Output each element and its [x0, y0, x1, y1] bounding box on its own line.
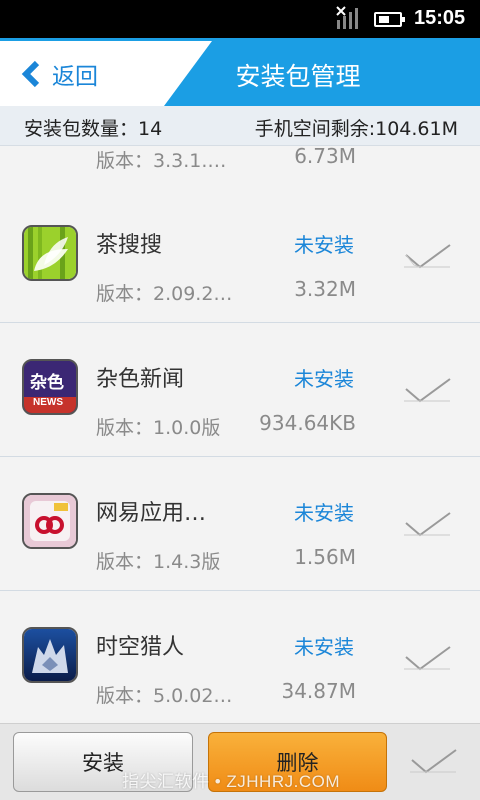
- battery-icon: [374, 12, 405, 27]
- item-name: 网易应用…: [96, 501, 207, 526]
- item-status: 未安装: [294, 501, 354, 525]
- item-version: 版本：1.0.0版: [96, 417, 221, 439]
- page-title: 安装包管理: [235, 62, 361, 91]
- checkbox[interactable]: [404, 645, 452, 671]
- item-version: 版本：1.4.3版: [96, 551, 221, 573]
- status-bar: 15:05: [0, 0, 480, 38]
- list-item[interactable]: 版本：3.3.1.… 6.73M: [0, 146, 480, 190]
- item-size: 3.32M: [294, 277, 356, 301]
- netease-app-icon: [22, 493, 78, 549]
- clock: 15:05: [414, 7, 466, 29]
- item-size: 1.56M: [294, 545, 356, 569]
- back-button[interactable]: 返回: [20, 57, 98, 91]
- item-name: 杂色新闻: [96, 367, 185, 392]
- package-list[interactable]: 版本：3.3.1.… 6.73M 茶搜搜 未安装 版本：2.09.2… 3.32…: [0, 146, 480, 723]
- item-name: 时空猎人: [96, 635, 185, 660]
- item-version: 版本：5.0.02…: [96, 685, 233, 707]
- back-label: 返回: [52, 64, 98, 90]
- checkbox[interactable]: [404, 377, 452, 403]
- chevron-left-icon: [21, 60, 40, 88]
- package-count: 安装包数量：14: [24, 118, 163, 140]
- signal-icon: [336, 6, 358, 29]
- select-all-checkbox[interactable]: [410, 748, 458, 774]
- checkbox[interactable]: [404, 511, 452, 537]
- news-icon-label: NEWS: [33, 397, 63, 408]
- item-status: 未安装: [294, 233, 354, 257]
- list-item[interactable]: 时空猎人 未安装 版本：5.0.02… 34.87M: [0, 591, 480, 723]
- item-size: 6.73M: [294, 146, 356, 168]
- item-name: 茶搜搜: [96, 233, 163, 258]
- news-icon-title: 杂色: [30, 373, 64, 393]
- list-item[interactable]: 杂色 NEWS 杂色新闻 未安装 版本：1.0.0版 934.64KB: [0, 323, 480, 457]
- item-size: 934.64KB: [259, 411, 356, 435]
- bottom-action-bar: 安装 删除 指尖汇软件 • ZJHHRJ.COM: [0, 723, 480, 800]
- wolf-game-icon: [22, 627, 78, 683]
- title-bar: 返回 安装包管理: [0, 38, 480, 106]
- list-item[interactable]: 茶搜搜 未安装 版本：2.09.2… 3.32M: [0, 189, 480, 323]
- free-space: 手机空间剩余:104.61M: [254, 118, 458, 140]
- news-icon: 杂色 NEWS: [22, 359, 78, 415]
- item-status: 未安装: [294, 635, 354, 659]
- summary-bar: 安装包数量：14 手机空间剩余:104.61M: [0, 106, 480, 146]
- checkbox[interactable]: [404, 243, 452, 269]
- item-size: 34.87M: [281, 679, 356, 703]
- item-version: 版本：3.3.1.…: [96, 150, 227, 172]
- item-status: 未安装: [294, 367, 354, 391]
- bamboo-leaf-icon: [22, 225, 78, 281]
- item-version: 版本：2.09.2…: [96, 283, 233, 305]
- watermark: 指尖汇软件 • ZJHHRJ.COM: [122, 772, 340, 791]
- list-item[interactable]: 网易应用… 未安装 版本：1.4.3版 1.56M: [0, 457, 480, 591]
